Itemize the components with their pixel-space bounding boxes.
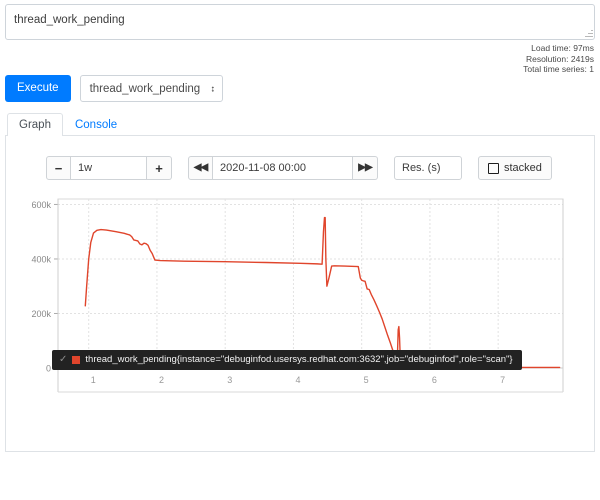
series-label: thread_work_pending{instance="debuginfod… — [85, 354, 513, 366]
x-tick-label: 4 — [295, 375, 300, 385]
resolution-input[interactable]: Res. (s) — [394, 156, 462, 180]
checkbox-icon — [488, 162, 499, 174]
time-input[interactable]: 2020-11-08 00:00 — [213, 156, 353, 180]
series-legend[interactable]: ✓ thread_work_pending{instance="debuginf… — [52, 350, 522, 370]
range-input-group: − 1w + — [46, 156, 172, 180]
graph-panel: Graph Console − 1w + ◀◀ 2020-11-08 00:00… — [5, 112, 595, 452]
check-icon: ✓ — [59, 354, 68, 365]
range-value: 1w — [78, 161, 93, 174]
metric-select[interactable]: thread_work_pending ↕ — [79, 75, 224, 102]
time-input-group: ◀◀ 2020-11-08 00:00 ▶▶ — [188, 156, 378, 180]
step-backward-button[interactable]: ◀◀ — [188, 156, 213, 180]
panel-body: − 1w + ◀◀ 2020-11-08 00:00 ▶▶ Res. (s) s… — [5, 136, 595, 452]
execute-row: Execute thread_work_pending ↕ — [5, 75, 224, 102]
series-color-swatch — [72, 356, 81, 364]
y-tick-label: 600k — [31, 200, 51, 210]
load-time: Load time: 97ms — [531, 43, 594, 53]
stacked-toggle-button[interactable]: stacked — [478, 156, 552, 180]
x-tick-label: 1 — [91, 375, 96, 385]
execute-button[interactable]: Execute — [5, 75, 71, 102]
y-tick-label: 0 — [46, 364, 51, 374]
chevron-updown-icon: ↕ — [210, 83, 216, 93]
y-tick-label: 200k — [31, 309, 51, 319]
range-input[interactable]: 1w — [71, 156, 147, 180]
x-tick-label: 3 — [227, 375, 232, 385]
double-left-arrow-icon: ◀◀ — [193, 162, 208, 173]
plus-icon: + — [155, 160, 163, 176]
decrease-range-button[interactable]: − — [46, 156, 71, 180]
x-tick-label: 2 — [159, 375, 164, 385]
tab-console-label: Console — [74, 119, 118, 131]
x-tick-label: 7 — [500, 375, 505, 385]
expression-input[interactable] — [5, 4, 595, 40]
minus-icon: − — [54, 160, 63, 176]
total-time-series: Total time series: 1 — [523, 64, 594, 74]
y-tick-label: 400k — [31, 254, 51, 264]
metric-select-value: thread_work_pending — [89, 82, 201, 95]
graph-controls: − 1w + ◀◀ 2020-11-08 00:00 ▶▶ Res. (s) s… — [46, 156, 552, 180]
stacked-label: stacked — [504, 161, 542, 174]
step-forward-button[interactable]: ▶▶ — [353, 156, 378, 180]
time-value: 2020-11-08 00:00 — [220, 161, 307, 174]
tab-graph-label: Graph — [19, 119, 51, 131]
query-stats: Load time: 97ms Resolution: 2419s Total … — [523, 43, 594, 75]
x-tick-label: 6 — [432, 375, 437, 385]
panel-tabs: Graph Console — [5, 112, 595, 136]
increase-range-button[interactable]: + — [147, 156, 172, 180]
resolution-placeholder: Res. (s) — [402, 161, 441, 174]
tab-console[interactable]: Console — [63, 113, 129, 136]
expression-input-wrapper — [5, 4, 595, 40]
plot-background — [57, 198, 564, 369]
resolution-info: Resolution: 2419s — [525, 53, 594, 64]
prometheus-graph-page: Load time: 97ms Resolution: 2419s Total … — [0, 0, 600, 500]
tab-graph[interactable]: Graph — [7, 113, 63, 136]
x-tick-label: 5 — [364, 375, 369, 385]
double-right-arrow-icon: ▶▶ — [358, 162, 372, 173]
